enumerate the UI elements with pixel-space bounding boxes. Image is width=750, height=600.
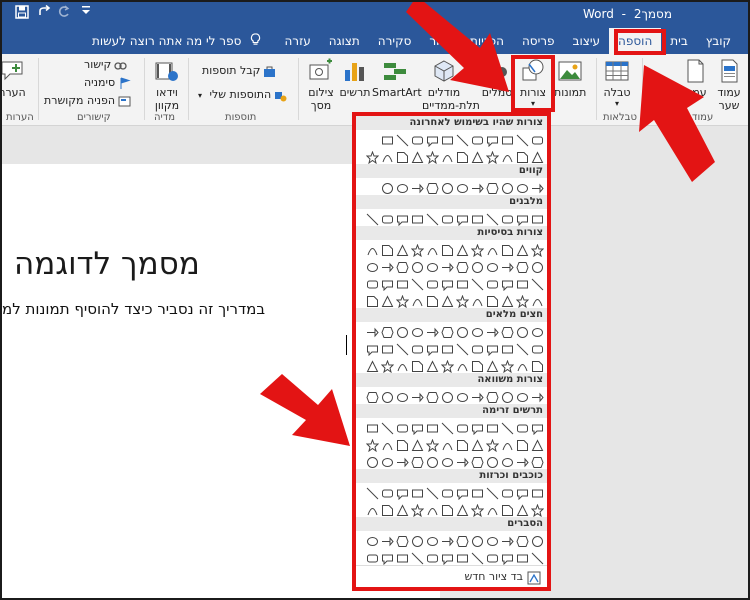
annotation-arrows <box>260 2 715 446</box>
screenshot-frame: מסמך2 - Word קובץ בית הוספה עיצוב פריסה … <box>0 0 750 600</box>
arrow-to-gallery <box>260 374 350 446</box>
arrow-to-insert-tab <box>639 65 715 182</box>
